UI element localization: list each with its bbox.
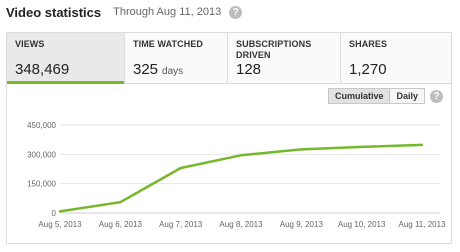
- y-tick-label: 450,000: [27, 121, 56, 130]
- x-tick-label: Aug 10, 2013: [338, 220, 386, 229]
- metric-value: 348,469: [15, 61, 69, 78]
- metric-label: SUBSCRIPTIONS DRIVEN: [236, 39, 312, 60]
- x-tick-label: Aug 7, 2013: [159, 220, 203, 229]
- x-tick-label: Aug 8, 2013: [219, 220, 263, 229]
- x-tick-label: Aug 5, 2013: [38, 220, 82, 229]
- help-icon[interactable]: ?: [229, 5, 243, 19]
- chart-help-icon[interactable]: ?: [430, 90, 443, 103]
- page-title: Video statistics: [6, 4, 102, 20]
- x-tick-label: Aug 11, 2013: [398, 220, 446, 229]
- metric-value: 128: [236, 61, 261, 78]
- metric-unit: days: [162, 66, 184, 77]
- metric-tab-time-watched[interactable]: TIME WATCHED 325 days: [125, 33, 228, 83]
- chart-grid: [60, 124, 440, 214]
- metric-label: SHARES: [349, 39, 388, 49]
- metric-tab-shares[interactable]: SHARES 1,270: [341, 33, 451, 83]
- y-tick-label: 300,000: [27, 150, 56, 159]
- metric-label: VIEWS: [15, 39, 45, 49]
- metric-tabs: VIEWS 348,469 TIME WATCHED 325 days SUBSC…: [7, 33, 451, 84]
- cumulative-toggle[interactable]: Cumulative: [327, 88, 391, 104]
- stats-card: VIEWS 348,469 TIME WATCHED 325 days SUBSC…: [6, 32, 452, 244]
- metric-value: 1,270: [349, 61, 387, 78]
- metric-value-number: 1,270: [349, 61, 387, 78]
- metric-value-number: 348,469: [15, 61, 70, 78]
- metric-tab-views[interactable]: VIEWS 348,469: [7, 33, 125, 84]
- metric-value-number: 325: [133, 61, 159, 78]
- x-tick-label: Aug 9, 2013: [280, 220, 324, 229]
- metric-tab-subscriptions-driven[interactable]: SUBSCRIPTIONS DRIVEN 128: [228, 33, 341, 83]
- views-series-line: [58, 143, 424, 213]
- metric-value-number: 128: [236, 61, 262, 78]
- header: Video statistics Through Aug 11, 2013 ?: [6, 4, 243, 20]
- y-tick-label: 150,000: [27, 180, 56, 189]
- views-line-chart: 0 150,000 300,000 450,000 Aug 5, 2013 Aug 6, …: [27, 121, 446, 229]
- daily-toggle[interactable]: Daily: [390, 88, 425, 104]
- view-toggle: Cumulative Daily: [327, 88, 425, 104]
- metric-value: 325 days: [133, 61, 183, 78]
- x-tick-label: Aug 6, 2013: [99, 220, 143, 229]
- period-label: Through Aug 11, 2013: [113, 6, 222, 18]
- metric-label: TIME WATCHED: [133, 39, 204, 49]
- y-tick-label: 0: [52, 209, 57, 218]
